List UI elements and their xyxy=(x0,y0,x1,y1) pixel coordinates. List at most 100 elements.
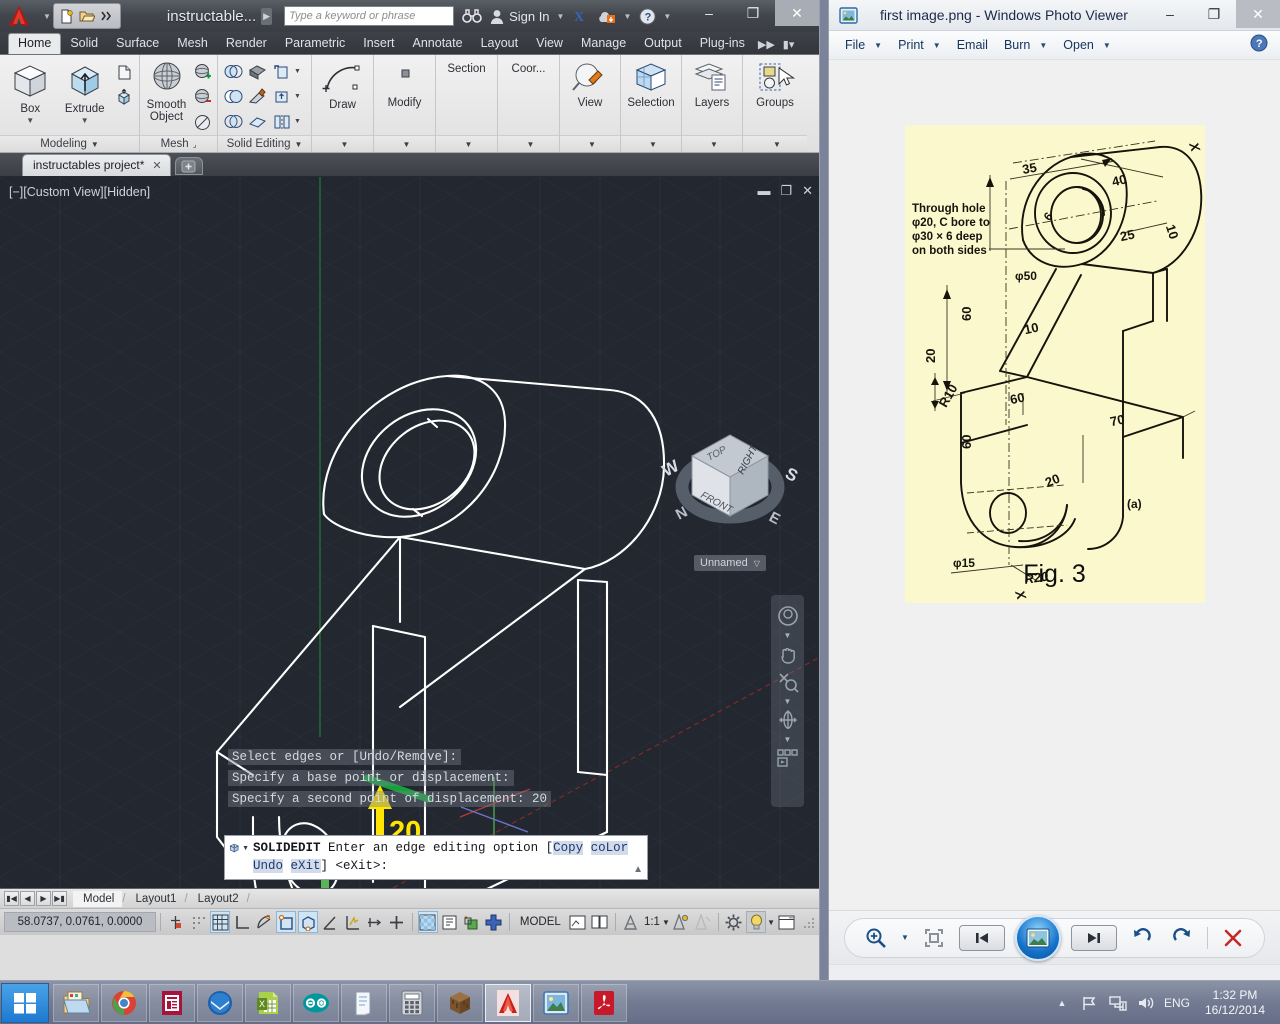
command-line-icon[interactable]: ▼ xyxy=(229,839,249,857)
pan-hand-icon[interactable] xyxy=(775,641,801,667)
presspull-icon[interactable] xyxy=(112,60,136,84)
steering-wheel-caret-icon[interactable]: ▼ xyxy=(784,631,792,640)
panel-groups-title[interactable]: ▼ xyxy=(743,135,807,152)
extrude-dropdown-icon[interactable]: ▼ xyxy=(81,116,89,125)
extrude-face-icon[interactable] xyxy=(245,59,269,83)
panel-view-caret-icon[interactable]: ▼ xyxy=(588,140,596,149)
hardware-acceleration-icon[interactable] xyxy=(746,911,767,933)
command-expand-icon[interactable]: ▲ xyxy=(633,864,643,875)
pv-menu-open[interactable]: Open ▼ xyxy=(1055,38,1119,52)
ribbon-minimize-icon[interactable]: ▮▾ xyxy=(779,35,799,54)
autocad-logo-icon[interactable] xyxy=(2,1,36,31)
layers-tool-button[interactable]: Layers xyxy=(685,59,739,109)
delete-face-icon[interactable] xyxy=(245,109,269,133)
taskbar-item-autocad[interactable] xyxy=(485,983,531,1022)
pv-menu-caret-icon[interactable]: ▼ xyxy=(933,41,941,50)
slideshow-button[interactable] xyxy=(1014,914,1061,961)
new-drawing-tab-button[interactable] xyxy=(174,157,203,175)
delete-icon[interactable] xyxy=(1218,923,1248,953)
ribbon-tab-home[interactable]: Home xyxy=(8,33,62,54)
pv-menu-email[interactable]: Email xyxy=(949,38,996,52)
rotate-clockwise-icon[interactable] xyxy=(1167,923,1197,953)
layout-next-icon[interactable]: ▶ xyxy=(36,891,51,906)
taskbar-item-notepad[interactable] xyxy=(341,983,387,1022)
pv-menu-caret-icon[interactable]: ▼ xyxy=(1103,41,1111,50)
autocad-close-button[interactable]: ✕ xyxy=(775,0,819,26)
title-expand-icon[interactable]: ▶ xyxy=(261,7,273,25)
panel-modeling-caret-icon[interactable]: ▼ xyxy=(91,140,99,149)
layout-first-icon[interactable]: ▮◀ xyxy=(4,891,19,906)
taskbar-item-thunderbird[interactable] xyxy=(197,983,243,1022)
rotate-counterclockwise-icon[interactable] xyxy=(1127,923,1157,953)
show-hidden-icons-icon[interactable]: ▲ xyxy=(1052,998,1072,1008)
sign-in-label[interactable]: Sign In xyxy=(509,9,549,24)
panel-draw-caret-icon[interactable]: ▼ xyxy=(341,140,349,149)
ribbon-tab-annotate[interactable]: Annotate xyxy=(404,33,472,54)
named-view-selector[interactable]: Unnamed ▽ xyxy=(694,555,766,571)
drawing-viewport[interactable]: Y X Z 20 [−][Custom View][Hidden] ▬ ❐ ✕ xyxy=(0,177,819,889)
hardware-dropdown-icon[interactable]: ▼ xyxy=(767,918,775,927)
quick-properties-icon[interactable] xyxy=(440,911,460,933)
otrack-icon[interactable] xyxy=(320,911,340,933)
smooth-more-icon[interactable] xyxy=(190,60,214,84)
language-indicator[interactable]: ENG xyxy=(1164,996,1190,1010)
annotation-scale-dropdown-icon[interactable]: ▼ xyxy=(662,918,670,927)
ribbon-tab-insert[interactable]: Insert xyxy=(354,33,403,54)
ribbon-overflow-icon[interactable]: ▶▶ xyxy=(754,35,779,54)
previous-image-button[interactable] xyxy=(958,924,1005,951)
ribbon-tab-surface[interactable]: Surface xyxy=(107,33,168,54)
pv-menu-caret-icon[interactable]: ▼ xyxy=(1039,41,1047,50)
workspace-switch-icon[interactable] xyxy=(724,911,744,933)
command-keyword[interactable]: Undo xyxy=(253,859,284,873)
pv-menu-file[interactable]: File ▼ xyxy=(837,38,890,52)
photo-viewer-close-button[interactable]: ✕ xyxy=(1236,0,1280,28)
named-view-dropdown-icon[interactable]: ▽ xyxy=(754,559,760,568)
solid-editing-caret-2-icon[interactable]: ▼ xyxy=(293,93,302,100)
3d-object-snap-icon[interactable] xyxy=(298,911,319,933)
annotation-monitor-icon[interactable] xyxy=(484,911,504,933)
autocad-minimize-button[interactable]: – xyxy=(687,0,731,26)
panel-modify-title[interactable]: ▼ xyxy=(374,135,435,152)
ribbon-tab-output[interactable]: Output xyxy=(635,33,691,54)
viewport-restore-icon[interactable]: ❐ xyxy=(780,183,792,199)
zoom-extents-icon[interactable] xyxy=(775,669,801,695)
quick-view-layouts-icon[interactable] xyxy=(568,911,588,933)
move-face-icon[interactable] xyxy=(269,59,293,83)
drawing-tab-instructables-project[interactable]: instructables project* ✕ xyxy=(22,154,171,176)
quick-view-drawings-icon[interactable] xyxy=(590,911,610,933)
panel-coordinates-title[interactable]: ▼ xyxy=(498,135,559,152)
annotation-visibility-icon[interactable] xyxy=(671,911,691,933)
clock[interactable]: 1:32 PM 16/12/2014 xyxy=(1198,988,1272,1018)
extrude-tool-button[interactable]: Extrude ▼ xyxy=(58,59,113,125)
displayed-image[interactable]: 35 40 25 10 φ50 60 10 20 R10 60 60 70 20… xyxy=(904,125,1205,603)
help-icon[interactable]: ? xyxy=(639,7,656,25)
taskbar-item-file-explorer[interactable] xyxy=(53,983,99,1022)
ribbon-tab-render[interactable]: Render xyxy=(217,33,276,54)
user-account-icon[interactable] xyxy=(490,9,504,24)
section-tool-button[interactable]: Section xyxy=(439,59,494,75)
selection-cycling-icon[interactable] xyxy=(462,911,482,933)
taskbar-item-adobe-reader[interactable] xyxy=(581,983,627,1022)
zoom-icon[interactable] xyxy=(861,923,891,953)
solid-history-icon[interactable] xyxy=(112,85,136,109)
viewport-minimize-icon[interactable]: ▬ xyxy=(757,183,770,199)
ribbon-tab-parametric[interactable]: Parametric xyxy=(276,33,354,54)
groups-tool-button[interactable]: Groups xyxy=(746,59,804,109)
panel-mesh-expand-icon[interactable]: ⌟ xyxy=(193,140,197,149)
search-input[interactable]: Type a keyword or phrase xyxy=(284,6,455,26)
command-keyword[interactable]: coLor xyxy=(590,841,629,855)
model-space-label[interactable]: MODEL xyxy=(514,916,567,928)
panel-selection-caret-icon[interactable]: ▼ xyxy=(649,140,657,149)
help-dropdown-icon[interactable]: ▼ xyxy=(663,12,671,21)
solid-editing-caret-1-icon[interactable]: ▼ xyxy=(293,68,302,75)
smooth-less-icon[interactable] xyxy=(190,85,214,109)
taskbar-item-arduino[interactable] xyxy=(293,983,339,1022)
panel-coordinates-caret-icon[interactable]: ▼ xyxy=(527,140,535,149)
autodesk-360-icon[interactable] xyxy=(598,8,616,24)
ribbon-tab-plug-ins[interactable]: Plug-ins xyxy=(691,33,754,54)
refine-mesh-icon[interactable] xyxy=(190,110,214,134)
photo-viewer-help-icon[interactable]: ? xyxy=(1250,34,1268,57)
object-snap-icon[interactable] xyxy=(276,911,297,933)
taskbar-item-photo-viewer[interactable] xyxy=(533,983,579,1022)
network-icon[interactable] xyxy=(1108,995,1128,1011)
